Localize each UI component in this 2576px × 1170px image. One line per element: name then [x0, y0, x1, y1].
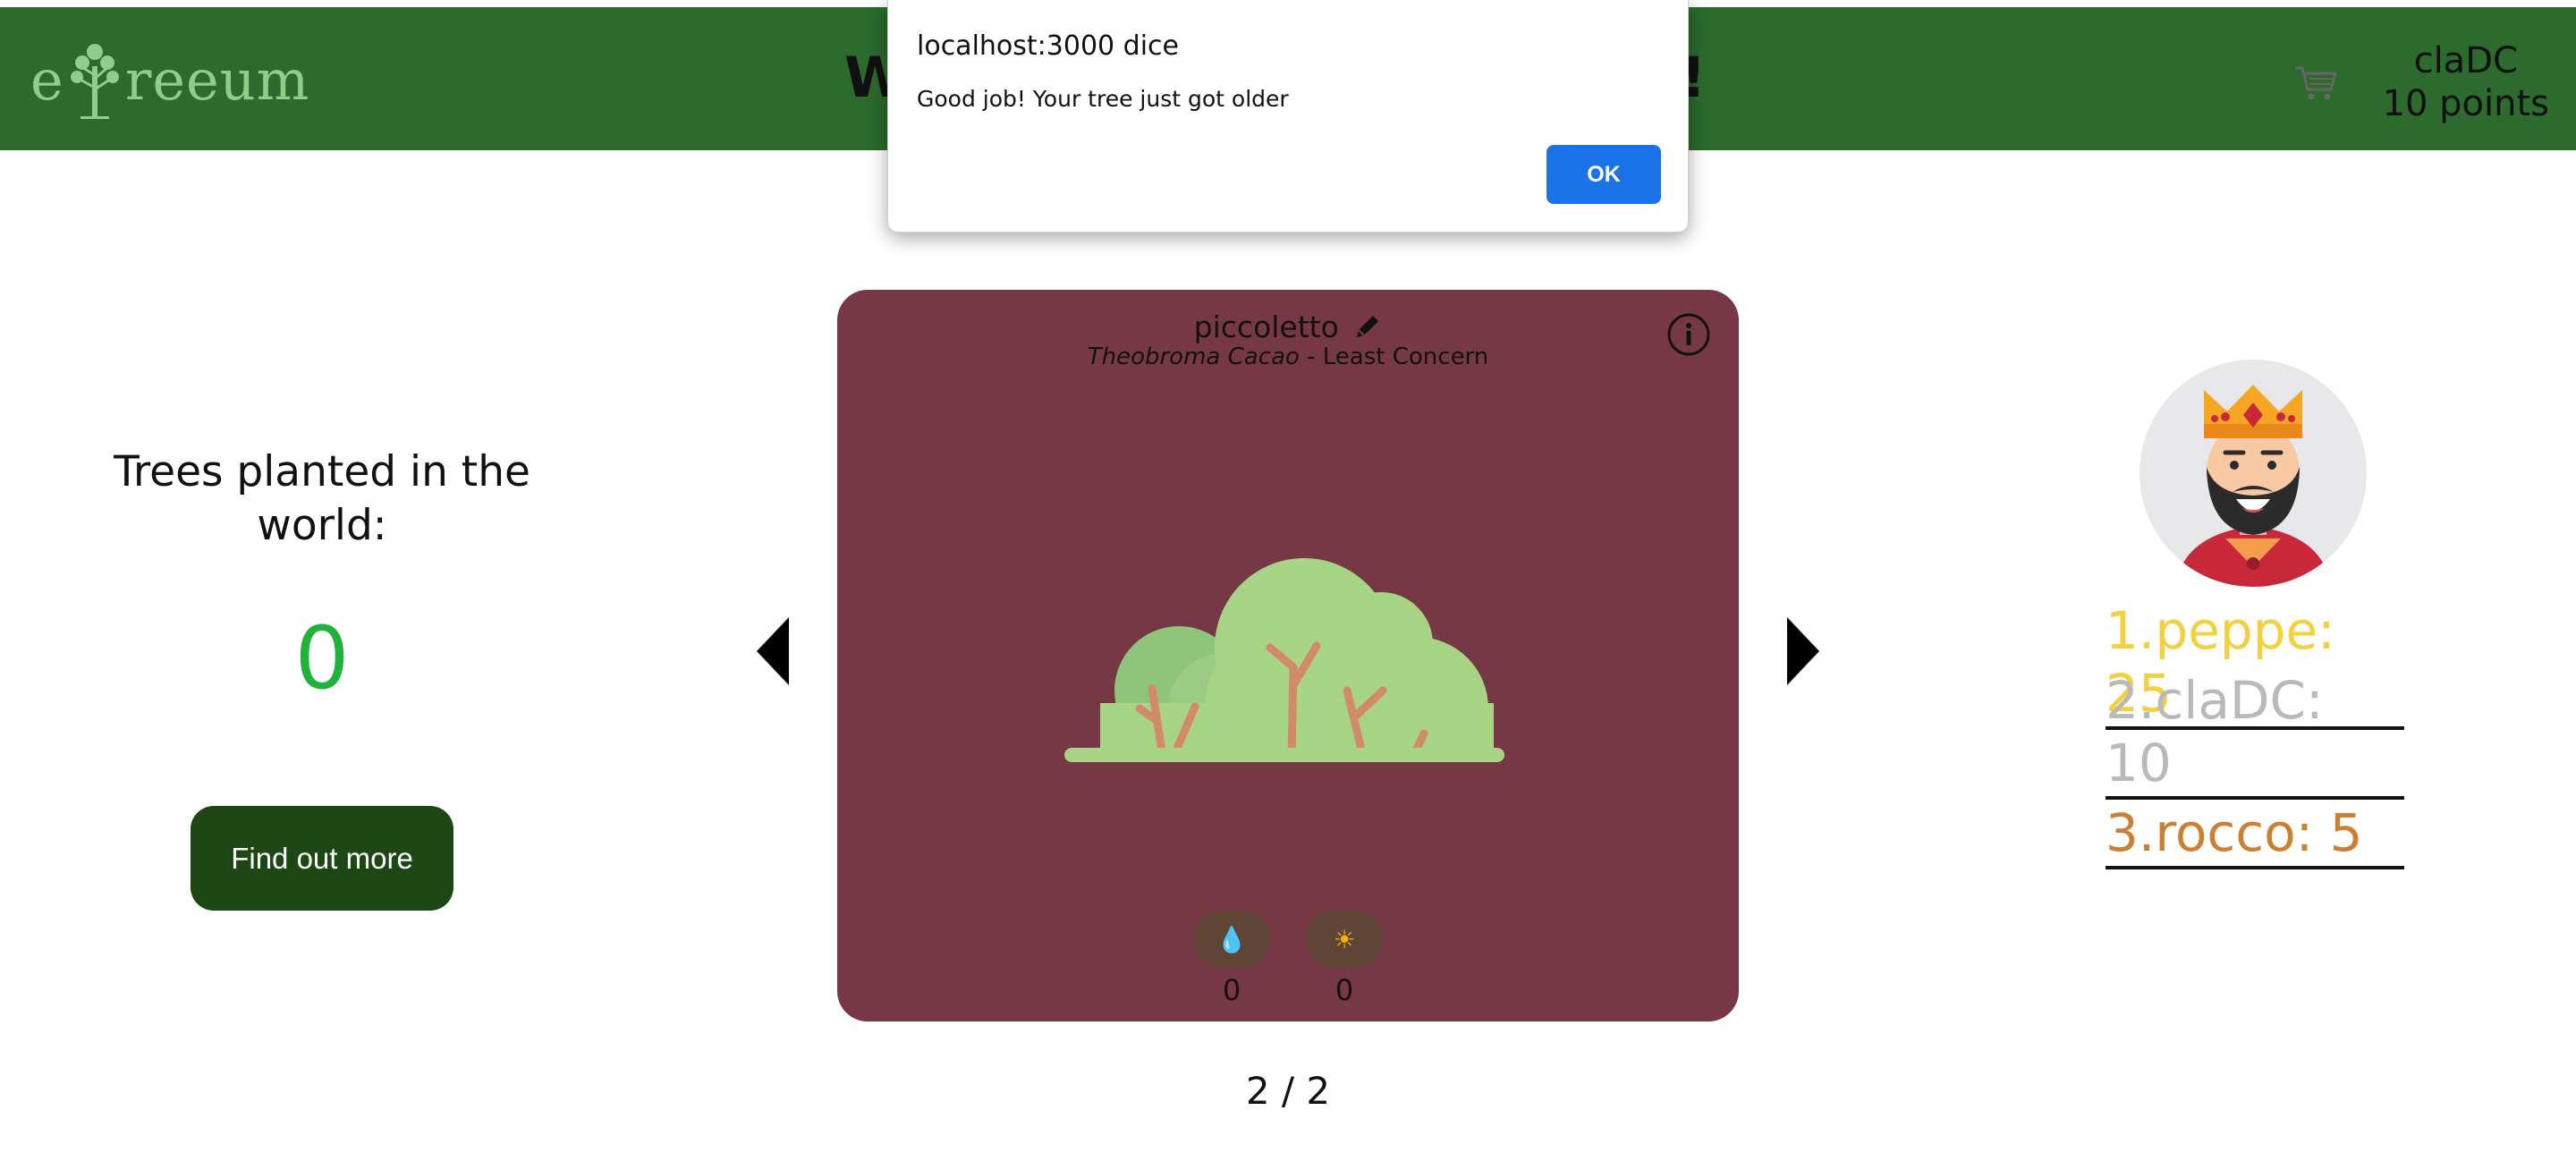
leaderboard-row: 2.claDC: 10	[2106, 670, 2404, 800]
find-out-more-button[interactable]: Find out more	[191, 806, 453, 911]
sun-icon[interactable]: ☀	[1306, 911, 1383, 968]
water-stat[interactable]: 💧 0	[1193, 911, 1270, 1007]
etreeum-logo[interactable]: e reeum	[30, 39, 309, 120]
trees-planted-count: 0	[294, 608, 350, 708]
king-avatar-icon	[2140, 360, 2367, 587]
tree-name-row: piccoletto	[837, 309, 1739, 344]
trees-planted-title: Trees planted in the world:	[114, 447, 530, 550]
bush-illustration	[1063, 558, 1510, 766]
next-arrow-icon[interactable]	[1787, 617, 1819, 685]
conservation-status: Least Concern	[1322, 343, 1489, 370]
shopping-cart-icon[interactable]	[2293, 64, 2338, 102]
tree-card: piccoletto Theobroma Cacao - Least Conce…	[837, 290, 1739, 1022]
alert-message: Good job! Your tree just got older	[917, 86, 1289, 112]
user-info[interactable]: claDC 10 points	[2383, 39, 2549, 125]
sun-value: 0	[1335, 973, 1354, 1007]
previous-arrow-icon[interactable]	[757, 617, 789, 685]
user-points: 10 points	[2382, 83, 2549, 124]
water-drop-icon[interactable]: 💧	[1193, 911, 1270, 968]
species-separator: -	[1299, 343, 1323, 370]
tree-logo-icon	[70, 44, 119, 119]
alert-dialog: localhost:3000 dice Good job! Your tree …	[887, 0, 1689, 233]
alert-title: localhost:3000 dice	[917, 30, 1179, 62]
username: claDC	[2413, 40, 2518, 81]
tree-name: piccoletto	[1193, 309, 1339, 344]
logo-text-left: e	[30, 47, 64, 113]
alert-ok-button[interactable]: OK	[1546, 145, 1661, 204]
edit-pencil-icon[interactable]	[1353, 312, 1382, 341]
page-indicator: 2 / 2	[1245, 1069, 1331, 1113]
leaderboard: 1.peppe: 25 2.claDC: 10 3.rocco: 5	[2106, 600, 2404, 869]
info-icon[interactable]	[1665, 311, 1712, 358]
logo-text-right: reeum	[124, 47, 310, 113]
sun-stat[interactable]: ☀ 0	[1306, 911, 1383, 1007]
water-value: 0	[1222, 973, 1241, 1007]
scientific-name: Theobroma Cacao	[1087, 343, 1300, 370]
tree-species-row: Theobroma Cacao - Least Concern	[837, 343, 1739, 370]
leaderboard-row: 3.rocco: 5	[2106, 800, 2404, 869]
